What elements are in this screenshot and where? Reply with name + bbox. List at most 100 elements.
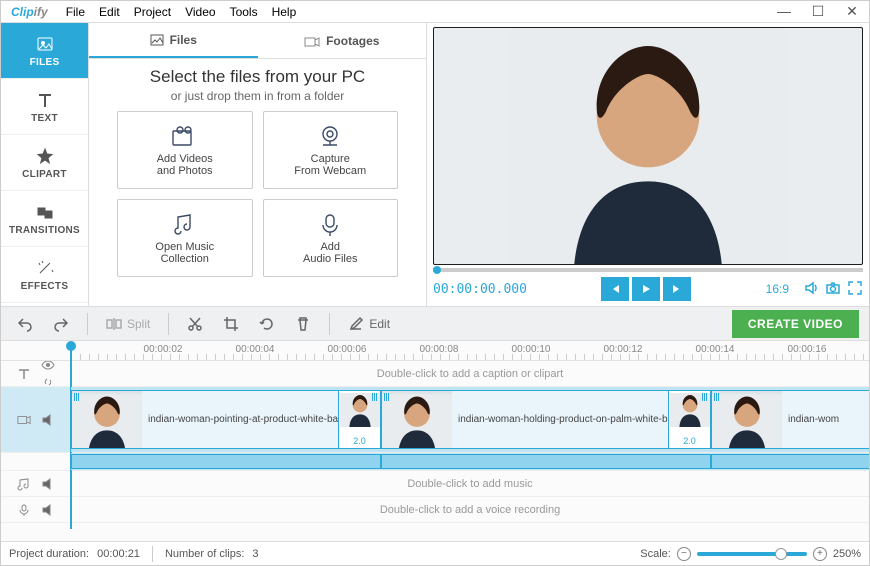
clip-thumbnail: [72, 391, 142, 448]
crop-button[interactable]: [217, 312, 245, 336]
sidetab-files[interactable]: FILES: [1, 23, 88, 79]
clipcount-label: Number of clips:: [165, 548, 244, 560]
app-logo: Clipify: [1, 5, 58, 19]
prev-frame-button[interactable]: [601, 277, 629, 301]
snapshot-icon[interactable]: [825, 280, 841, 299]
filepanel-headline: Select the files from your PC: [89, 59, 426, 89]
clip-thumbnail: [712, 391, 782, 448]
audio-segment[interactable]: [71, 454, 381, 469]
aspect-ratio[interactable]: 16:9: [766, 282, 789, 296]
volume-icon[interactable]: [803, 280, 819, 299]
scale-label: Scale:: [640, 548, 671, 560]
redo-button[interactable]: [47, 312, 75, 336]
voice-hint: Double-click to add a voice recording: [71, 504, 869, 516]
wand-icon: [35, 258, 55, 278]
duration-value: 00:00:21: [97, 548, 140, 560]
menu-edit[interactable]: Edit: [99, 5, 120, 19]
split-button[interactable]: Split: [100, 312, 156, 336]
undo-button[interactable]: [11, 312, 39, 336]
zoom-in-button[interactable]: +: [813, 547, 827, 561]
music-track[interactable]: Double-click to add music: [1, 471, 869, 497]
zoom-out-button[interactable]: −: [677, 547, 691, 561]
speaker-icon[interactable]: [41, 503, 55, 517]
camera-icon: [304, 34, 320, 48]
filetab-files[interactable]: Files: [89, 23, 258, 58]
ruler-tick: 00:00:08: [420, 344, 459, 355]
fullscreen-icon[interactable]: [847, 280, 863, 299]
menubar: Clipify File Edit Project Video Tools He…: [1, 1, 869, 23]
window-close[interactable]: ✕: [835, 3, 869, 20]
scale-value: 250%: [833, 548, 861, 560]
preview-panel: 00:00:00.000 16:9: [427, 23, 869, 306]
video-clip[interactable]: indian-woman-pointing-at-product-white-b…: [71, 390, 381, 449]
text-icon: [35, 90, 55, 110]
webcam-icon: [315, 123, 345, 149]
ruler-tick: 00:00:10: [512, 344, 551, 355]
film-icon: [170, 123, 200, 149]
transitions-icon: [35, 202, 55, 222]
sidetab-clipart[interactable]: CLIPART: [1, 135, 88, 191]
menu-file[interactable]: File: [66, 5, 85, 19]
audio-segment[interactable]: [381, 454, 711, 469]
edit-button[interactable]: Edit: [342, 312, 396, 336]
card-add-audio[interactable]: AddAudio Files: [263, 199, 399, 277]
ruler-tick: 00:00:04: [236, 344, 275, 355]
mic-icon: [17, 503, 31, 517]
ruler-tick: 00:00:16: [788, 344, 827, 355]
text-icon: [17, 367, 31, 381]
ruler-tick: 00:00:06: [328, 344, 367, 355]
clip-thumbnail: [382, 391, 452, 448]
star-icon: [35, 146, 55, 166]
video-track[interactable]: indian-woman-pointing-at-product-white-b…: [1, 387, 869, 453]
speaker-icon[interactable]: [41, 477, 55, 491]
window-minimize[interactable]: —: [767, 3, 801, 20]
speaker-icon[interactable]: [41, 413, 55, 427]
menu-project[interactable]: Project: [134, 5, 171, 19]
filetab-footages[interactable]: Footages: [258, 23, 427, 58]
video-clip[interactable]: indian-wom: [711, 390, 869, 449]
rotate-button[interactable]: [253, 312, 281, 336]
card-capture-webcam[interactable]: CaptureFrom Webcam: [263, 111, 399, 189]
sidetab-effects[interactable]: EFFECTS: [1, 247, 88, 303]
music-icon: [17, 477, 31, 491]
caption-track[interactable]: Double-click to add a caption or clipart: [1, 361, 869, 387]
video-icon: [17, 413, 31, 427]
music-hint: Double-click to add music: [71, 478, 869, 490]
play-button[interactable]: [632, 277, 660, 301]
video-audio-track[interactable]: [1, 453, 869, 471]
image-icon: [150, 33, 164, 47]
caption-hint: Double-click to add a caption or clipart: [71, 368, 869, 380]
menu-video[interactable]: Video: [185, 5, 215, 19]
voice-track[interactable]: Double-click to add a voice recording: [1, 497, 869, 523]
sidetab-transitions[interactable]: TRANSITIONS: [1, 191, 88, 247]
time-ruler[interactable]: 00:00:02 00:00:04 00:00:06 00:00:08 00:00:10…: [1, 341, 869, 361]
clip-label: indian-wom: [782, 414, 869, 425]
menu-tools[interactable]: Tools: [230, 5, 258, 19]
side-tabs: FILES TEXT CLIPART TRANSITIONS EFFECTS: [1, 23, 89, 306]
sidetab-text[interactable]: TEXT: [1, 79, 88, 135]
ruler-tick: 00:00:12: [604, 344, 643, 355]
next-frame-button[interactable]: [663, 277, 691, 301]
card-open-music[interactable]: Open MusicCollection: [117, 199, 253, 277]
video-clip[interactable]: indian-woman-holding-product-on-palm-whi…: [381, 390, 711, 449]
card-add-videos-photos[interactable]: Add Videosand Photos: [117, 111, 253, 189]
zoom-slider[interactable]: [697, 552, 807, 556]
cut-button[interactable]: [181, 312, 209, 336]
audio-segment[interactable]: [711, 454, 869, 469]
edit-toolbar: Split Edit CREATE VIDEO: [1, 307, 869, 341]
preview-scrubber[interactable]: [433, 268, 863, 272]
create-video-button[interactable]: CREATE VIDEO: [732, 310, 859, 338]
menu-help[interactable]: Help: [272, 5, 297, 19]
ruler-tick: 00:00:14: [696, 344, 735, 355]
mic-icon: [315, 211, 345, 237]
preview-canvas[interactable]: [433, 27, 863, 265]
image-icon: [35, 34, 55, 54]
delete-button[interactable]: [289, 312, 317, 336]
window-maximize[interactable]: ☐: [801, 3, 835, 20]
status-bar: Project duration: 00:00:21 Number of cli…: [1, 541, 869, 565]
music-icon: [170, 211, 200, 237]
timeline: 00:00:02 00:00:04 00:00:06 00:00:08 00:00:10…: [1, 341, 869, 541]
filepanel-subline: or just drop them in from a folder: [89, 89, 426, 103]
ruler-tick: 00:00:02: [144, 344, 183, 355]
duration-label: Project duration:: [9, 548, 89, 560]
